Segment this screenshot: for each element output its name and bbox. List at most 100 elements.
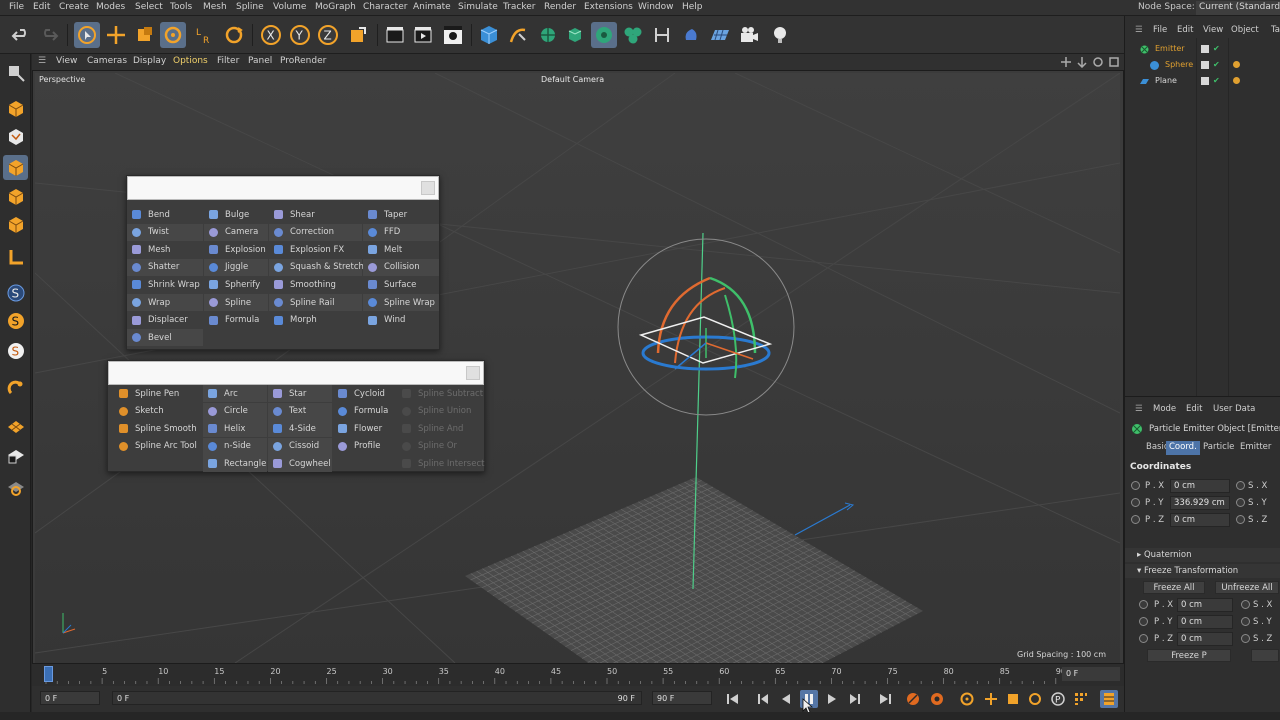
snap-icon[interactable]: [3, 244, 28, 269]
points-mode-icon[interactable]: [3, 155, 28, 180]
menu-character[interactable]: Character: [363, 2, 407, 12]
menu-mograph[interactable]: MoGraph: [315, 2, 356, 12]
freeze-p-button[interactable]: Freeze P: [1147, 649, 1231, 662]
deformer-item[interactable]: Spline Wrap: [363, 294, 439, 311]
rotate-alt-icon[interactable]: [221, 22, 247, 48]
menu-window[interactable]: Window: [638, 2, 674, 12]
deformer-item[interactable]: Squash & Stretch: [269, 258, 364, 276]
position-y-field[interactable]: 336.929 cm: [1170, 496, 1230, 510]
cube-icon[interactable]: [476, 22, 502, 48]
spline-item[interactable]: Cycloid: [333, 385, 396, 402]
menu-edit[interactable]: Edit: [33, 2, 50, 12]
object-row-sphere[interactable]: Sphere ✔: [1125, 58, 1280, 73]
previous-frame-icon[interactable]: [777, 690, 795, 708]
keyframe-dot[interactable]: [1241, 600, 1250, 609]
keyframe-dot[interactable]: [1236, 515, 1245, 524]
tab-particle[interactable]: Particle: [1200, 441, 1237, 455]
spline-item[interactable]: Arc: [203, 385, 267, 402]
render-picture-viewer-icon[interactable]: [410, 22, 436, 48]
extrude-icon[interactable]: [562, 22, 588, 48]
render-view-icon[interactable]: [382, 22, 408, 48]
spline-item[interactable]: Rectangle: [203, 455, 267, 473]
freeze-position-z-field[interactable]: 0 cm: [1177, 632, 1233, 646]
keyframe-dot[interactable]: [1139, 617, 1148, 626]
unfreeze-all-button[interactable]: Unfreeze All: [1215, 581, 1279, 594]
tab-coord[interactable]: Coord.: [1166, 441, 1200, 455]
close-icon[interactable]: [421, 181, 435, 195]
keyframe-dot[interactable]: [1241, 634, 1250, 643]
keyframe-dot[interactable]: [1131, 481, 1140, 490]
cloner-icon[interactable]: [591, 22, 617, 48]
deformer-item[interactable]: Melt: [363, 241, 439, 258]
next-key-icon[interactable]: [846, 690, 864, 708]
viewport-menu-panel[interactable]: Panel: [248, 56, 272, 66]
deformer-item[interactable]: Spline Rail: [269, 294, 362, 311]
soft-selection-icon[interactable]: S: [3, 338, 28, 363]
spline-item[interactable]: Spline Pen: [114, 385, 202, 402]
camera-icon[interactable]: [736, 22, 762, 48]
move-icon[interactable]: [103, 22, 129, 48]
om-menu-view[interactable]: View: [1203, 25, 1223, 35]
object-row-emitter[interactable]: Emitter ✔: [1125, 42, 1280, 57]
freeze-position-y-field[interactable]: 0 cm: [1177, 615, 1233, 629]
playhead-marker[interactable]: [44, 666, 53, 682]
axis-mode-icon[interactable]: [3, 212, 28, 237]
deformer-item[interactable]: Collision: [363, 258, 439, 276]
menu-file[interactable]: File: [9, 2, 24, 12]
keyframe-dot[interactable]: [1131, 515, 1140, 524]
deformer-item[interactable]: Wind: [363, 312, 439, 329]
polygons-mode-icon[interactable]: [3, 184, 28, 209]
position-z-field[interactable]: 0 cm: [1170, 513, 1230, 527]
deformer-item[interactable]: Jiggle: [204, 258, 268, 276]
menu-render[interactable]: Render: [544, 2, 576, 12]
tag-icon[interactable]: [1233, 61, 1240, 68]
menu-simulate[interactable]: Simulate: [458, 2, 498, 12]
quaternion-group[interactable]: ▸ Quaternion: [1125, 548, 1280, 562]
rotate-icon[interactable]: [160, 22, 186, 48]
enabled-check-icon[interactable]: ✔: [1213, 60, 1220, 69]
redo-icon[interactable]: [36, 22, 62, 48]
keyframe-dot[interactable]: [1241, 617, 1250, 626]
pen-icon[interactable]: [505, 22, 531, 48]
deformer-item[interactable]: Twist: [127, 223, 203, 241]
spline-item[interactable]: Spline Union: [397, 403, 483, 420]
am-menu-edit[interactable]: Edit: [1186, 404, 1202, 414]
tag-icon[interactable]: [1233, 77, 1240, 84]
deformer-item[interactable]: Spline: [204, 294, 268, 311]
enabled-check-icon[interactable]: ✔: [1213, 76, 1220, 85]
timeline-window-icon[interactable]: [1100, 690, 1118, 708]
spline-item[interactable]: Circle: [203, 402, 267, 420]
keyframe-selection-icon[interactable]: [958, 690, 976, 708]
keyframe-dot[interactable]: [1236, 498, 1245, 507]
symmetry-icon[interactable]: [649, 22, 675, 48]
deformer-item[interactable]: Shrink Wrap: [127, 276, 203, 293]
tab-emitter[interactable]: Emitter: [1237, 441, 1274, 455]
deformer-item[interactable]: Displacer: [127, 312, 203, 329]
texture-icon[interactable]: [3, 96, 28, 121]
timeline-end-field[interactable]: 0 F: [1062, 667, 1120, 681]
record-keys-icon[interactable]: [904, 690, 922, 708]
spline-item[interactable]: 4-Side: [268, 420, 332, 438]
om-menu-edit[interactable]: Edit: [1177, 25, 1193, 35]
viewport-menu-filter[interactable]: Filter: [217, 56, 239, 66]
mograph-icon[interactable]: [620, 22, 646, 48]
deformer-item[interactable]: Correction: [269, 223, 362, 241]
locked-workplane-icon[interactable]: [3, 412, 28, 437]
am-menu-user-data[interactable]: User Data: [1213, 404, 1255, 414]
deformer-search-input[interactable]: [127, 176, 439, 200]
menu-help[interactable]: Help: [682, 2, 703, 12]
keyframe-dot[interactable]: [1139, 600, 1148, 609]
om-menu-handle-icon[interactable]: ☰: [1135, 25, 1143, 35]
viewport-menu-options[interactable]: Options: [173, 56, 208, 66]
object-name-sphere[interactable]: Sphere: [1165, 60, 1193, 69]
menu-modes[interactable]: Modes: [96, 2, 125, 12]
object-row-plane[interactable]: Plane ✔: [1125, 74, 1280, 89]
light-icon[interactable]: [767, 22, 793, 48]
deformer-item[interactable]: Taper: [363, 206, 439, 223]
am-menu-handle-icon[interactable]: ☰: [1135, 404, 1143, 414]
floor-icon[interactable]: [707, 22, 733, 48]
viewport-menu-display[interactable]: Display: [133, 56, 166, 66]
viewport-menu-prorender[interactable]: ProRender: [280, 56, 326, 66]
solo-icon[interactable]: S: [3, 280, 28, 305]
current-frame-field[interactable]: 0 F: [40, 691, 100, 705]
